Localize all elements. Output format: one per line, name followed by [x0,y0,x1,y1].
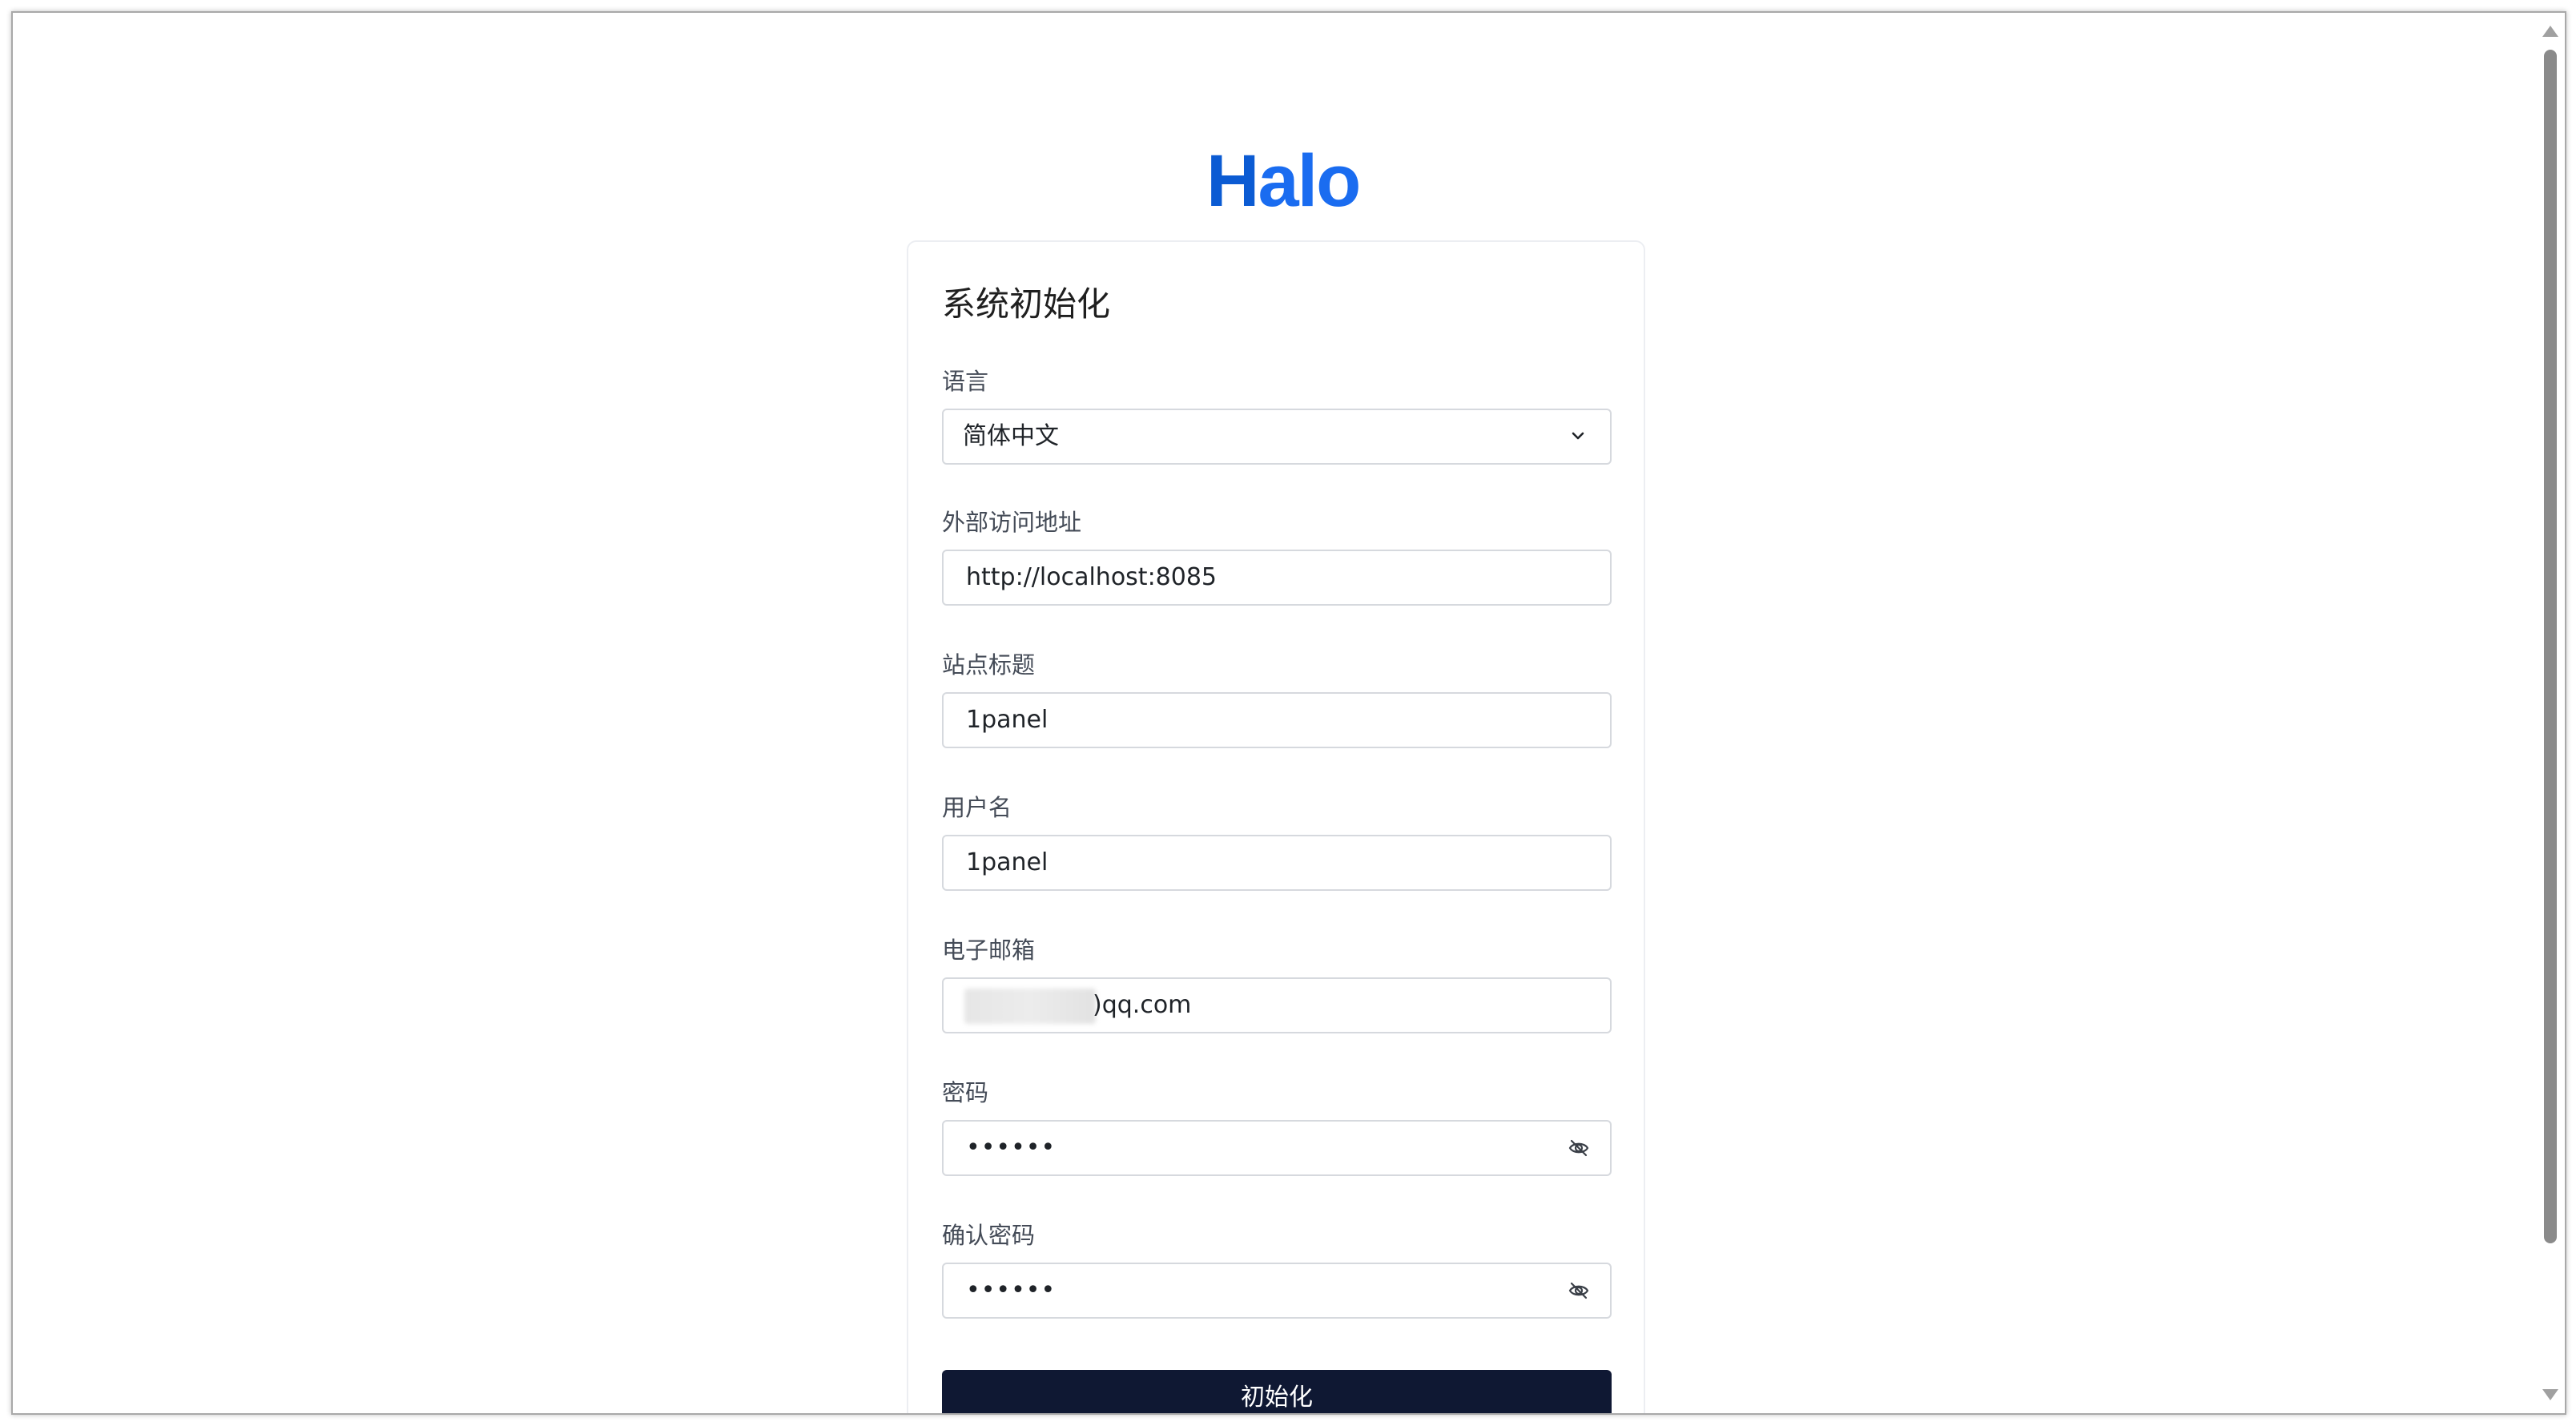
scrollbar-thumb[interactable] [2544,50,2557,1243]
external-url-input[interactable]: http://localhost:8085 [942,550,1612,606]
username-input[interactable]: 1panel [942,835,1612,891]
password-label: 密码 [942,1079,989,1106]
browser-window: Halo 系统初始化 语言 简体中文 外部访问地址 http://localho… [11,11,2566,1415]
scroll-up-arrow-icon[interactable] [2542,26,2558,37]
language-select-value: 简体中文 [963,422,1059,450]
eye-off-icon[interactable] [1567,1279,1591,1303]
username-label: 用户名 [942,794,1012,821]
eye-off-icon[interactable] [1567,1136,1591,1160]
confirm-password-label: 确认密码 [942,1222,1036,1249]
vertical-scrollbar[interactable] [2536,13,2565,1413]
setup-card: 系统初始化 语言 简体中文 外部访问地址 http://localhost:80… [907,240,1645,1413]
username-value: 1panel [966,848,1049,876]
language-select[interactable]: 简体中文 [942,409,1612,465]
language-label: 语言 [942,368,989,395]
page-viewport: Halo 系统初始化 语言 简体中文 外部访问地址 http://localho… [13,13,2536,1413]
page-title: 系统初始化 [942,284,1111,324]
initialize-button[interactable]: 初始化 [942,1370,1612,1413]
redacted-region [964,989,1096,1024]
scroll-down-arrow-icon[interactable] [2542,1389,2558,1400]
confirm-password-input[interactable]: •••••• [942,1263,1612,1319]
email-input[interactable]: )qq.com [942,977,1612,1033]
external-url-label: 外部访问地址 [942,509,1082,536]
confirm-password-value: •••••• [966,1276,1057,1304]
site-title-input[interactable]: 1panel [942,692,1612,748]
password-value: •••••• [966,1134,1057,1162]
password-input[interactable]: •••••• [942,1120,1612,1176]
email-label: 电子邮箱 [942,937,1036,964]
external-url-value: http://localhost:8085 [966,563,1218,591]
site-title-label: 站点标题 [942,651,1036,679]
email-value: )qq.com [1093,991,1192,1019]
chevron-down-icon [1572,432,1584,440]
site-title-value: 1panel [966,706,1049,734]
halo-logo: Halo [1206,140,1361,222]
